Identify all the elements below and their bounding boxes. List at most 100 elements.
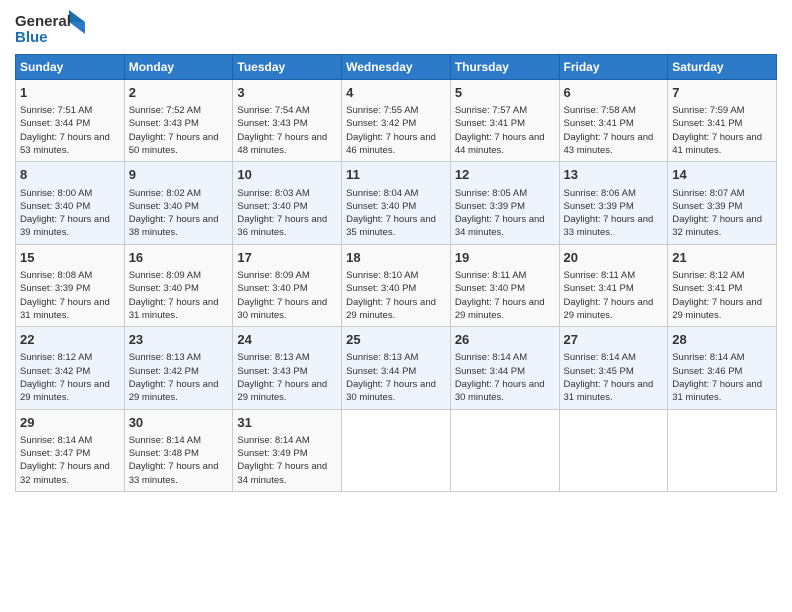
daylight-text: Daylight: 7 hours and 29 minutes. [20, 379, 110, 403]
daylight-text: Daylight: 7 hours and 29 minutes. [346, 297, 436, 321]
sunrise-text: Sunrise: 8:14 AM [672, 352, 744, 363]
cell-4-4: 26Sunrise: 8:14 AMSunset: 3:44 PMDayligh… [450, 327, 559, 409]
cell-2-5: 13Sunrise: 8:06 AMSunset: 3:39 PMDayligh… [559, 162, 668, 244]
page-container: GeneralBlue SundayMondayTuesdayWednesday… [0, 0, 792, 612]
day-number: 13 [564, 166, 664, 184]
day-number: 4 [346, 84, 446, 102]
col-header-friday: Friday [559, 55, 668, 80]
cell-4-2: 24Sunrise: 8:13 AMSunset: 3:43 PMDayligh… [233, 327, 342, 409]
sunrise-text: Sunrise: 8:09 AM [237, 270, 309, 281]
sunrise-text: Sunrise: 8:14 AM [564, 352, 636, 363]
sunset-text: Sunset: 3:40 PM [129, 283, 199, 294]
cell-2-4: 12Sunrise: 8:05 AMSunset: 3:39 PMDayligh… [450, 162, 559, 244]
cell-5-6 [668, 409, 777, 491]
daylight-text: Daylight: 7 hours and 34 minutes. [237, 461, 327, 485]
sunset-text: Sunset: 3:40 PM [455, 283, 525, 294]
daylight-text: Daylight: 7 hours and 29 minutes. [455, 297, 545, 321]
daylight-text: Daylight: 7 hours and 34 minutes. [455, 214, 545, 238]
daylight-text: Daylight: 7 hours and 36 minutes. [237, 214, 327, 238]
cell-5-4 [450, 409, 559, 491]
sunset-text: Sunset: 3:40 PM [346, 201, 416, 212]
sunrise-text: Sunrise: 8:12 AM [672, 270, 744, 281]
logo-icon: GeneralBlue [15, 10, 85, 48]
week-row-5: 29Sunrise: 8:14 AMSunset: 3:47 PMDayligh… [16, 409, 777, 491]
cell-2-3: 11Sunrise: 8:04 AMSunset: 3:40 PMDayligh… [342, 162, 451, 244]
sunrise-text: Sunrise: 8:03 AM [237, 188, 309, 199]
sunset-text: Sunset: 3:40 PM [346, 283, 416, 294]
sunrise-text: Sunrise: 8:14 AM [455, 352, 527, 363]
day-number: 12 [455, 166, 555, 184]
cell-3-4: 19Sunrise: 8:11 AMSunset: 3:40 PMDayligh… [450, 244, 559, 326]
day-number: 28 [672, 331, 772, 349]
sunset-text: Sunset: 3:39 PM [455, 201, 525, 212]
day-number: 3 [237, 84, 337, 102]
cell-4-5: 27Sunrise: 8:14 AMSunset: 3:45 PMDayligh… [559, 327, 668, 409]
cell-5-2: 31 Sunrise: 8:14 AM Sunset: 3:49 PM Dayligh… [233, 409, 342, 491]
daylight-text: Daylight: 7 hours and 29 minutes. [129, 379, 219, 403]
day-number: 11 [346, 166, 446, 184]
daylight-text: Daylight: 7 hours and 48 minutes. [237, 132, 327, 156]
day-number: 1 [20, 84, 120, 102]
cell-5-5 [559, 409, 668, 491]
sunrise-text: Sunrise: 7:52 AM [129, 105, 201, 116]
cell-4-3: 25Sunrise: 8:13 AMSunset: 3:44 PMDayligh… [342, 327, 451, 409]
sunset-text: Sunset: 3:45 PM [564, 366, 634, 377]
daylight-text: Daylight: 7 hours and 41 minutes. [672, 132, 762, 156]
daylight-text: Daylight: 7 hours and 31 minutes. [20, 297, 110, 321]
calendar-table: SundayMondayTuesdayWednesdayThursdayFrid… [15, 54, 777, 492]
cell-3-6: 21Sunrise: 8:12 AMSunset: 3:41 PMDayligh… [668, 244, 777, 326]
sunrise-text: Sunrise: 8:06 AM [564, 188, 636, 199]
sunset-text: Sunset: 3:40 PM [20, 201, 90, 212]
daylight-text: Daylight: 7 hours and 33 minutes. [129, 461, 219, 485]
sunset-text: Sunset: 3:42 PM [346, 118, 416, 129]
day-number: 14 [672, 166, 772, 184]
day-number: 30 [129, 414, 229, 432]
cell-2-1: 9Sunrise: 8:02 AMSunset: 3:40 PMDaylight… [124, 162, 233, 244]
day-number: 5 [455, 84, 555, 102]
sunset-text: Sunset: 3:49 PM [237, 448, 307, 459]
sunset-text: Sunset: 3:42 PM [129, 366, 199, 377]
daylight-text: Daylight: 7 hours and 29 minutes. [237, 379, 327, 403]
week-row-2: 8 Sunrise: 8:00 AM Sunset: 3:40 PM Daylight… [16, 162, 777, 244]
sunset-text: Sunset: 3:41 PM [564, 283, 634, 294]
cell-3-3: 18Sunrise: 8:10 AMSunset: 3:40 PMDayligh… [342, 244, 451, 326]
sunset-text: Sunset: 3:48 PM [129, 448, 199, 459]
cell-1-3: 4Sunrise: 7:55 AMSunset: 3:42 PMDaylight… [342, 80, 451, 162]
sunrise-text: Sunrise: 8:02 AM [129, 188, 201, 199]
sunrise-text: Sunrise: 8:10 AM [346, 270, 418, 281]
day-number: 21 [672, 249, 772, 267]
day-number: 8 [20, 166, 120, 184]
cell-3-5: 20Sunrise: 8:11 AMSunset: 3:41 PMDayligh… [559, 244, 668, 326]
cell-1-0: 1Sunrise: 7:51 AMSunset: 3:44 PMDaylight… [16, 80, 125, 162]
cell-1-6: 7Sunrise: 7:59 AMSunset: 3:41 PMDaylight… [668, 80, 777, 162]
daylight-text: Daylight: 7 hours and 43 minutes. [564, 132, 654, 156]
daylight-text: Daylight: 7 hours and 50 minutes. [129, 132, 219, 156]
daylight-text: Daylight: 7 hours and 44 minutes. [455, 132, 545, 156]
sunrise-text: Sunrise: 8:12 AM [20, 352, 92, 363]
daylight-text: Daylight: 7 hours and 39 minutes. [20, 214, 110, 238]
cell-5-0: 29Sunrise: 8:14 AMSunset: 3:47 PMDayligh… [16, 409, 125, 491]
cell-5-3 [342, 409, 451, 491]
daylight-text: Daylight: 7 hours and 31 minutes. [672, 379, 762, 403]
sunset-text: Sunset: 3:40 PM [237, 283, 307, 294]
day-number: 20 [564, 249, 664, 267]
sunset-text: Sunset: 3:40 PM [129, 201, 199, 212]
sunset-text: Sunset: 3:44 PM [455, 366, 525, 377]
cell-1-1: 2Sunrise: 7:52 AMSunset: 3:43 PMDaylight… [124, 80, 233, 162]
day-number: 27 [564, 331, 664, 349]
sunrise-text: Sunrise: 8:04 AM [346, 188, 418, 199]
sunrise-text: Sunrise: 8:14 AM [237, 435, 309, 446]
sunrise-text: Sunrise: 8:00 AM [20, 188, 92, 199]
sunset-text: Sunset: 3:46 PM [672, 366, 742, 377]
sunset-text: Sunset: 3:41 PM [564, 118, 634, 129]
daylight-text: Daylight: 7 hours and 33 minutes. [564, 214, 654, 238]
sunrise-text: Sunrise: 8:14 AM [129, 435, 201, 446]
day-number: 7 [672, 84, 772, 102]
day-number: 15 [20, 249, 120, 267]
daylight-text: Daylight: 7 hours and 29 minutes. [564, 297, 654, 321]
day-number: 31 [237, 414, 337, 432]
daylight-text: Daylight: 7 hours and 32 minutes. [672, 214, 762, 238]
sunset-text: Sunset: 3:43 PM [237, 118, 307, 129]
daylight-text: Daylight: 7 hours and 30 minutes. [237, 297, 327, 321]
sunset-text: Sunset: 3:44 PM [20, 118, 90, 129]
